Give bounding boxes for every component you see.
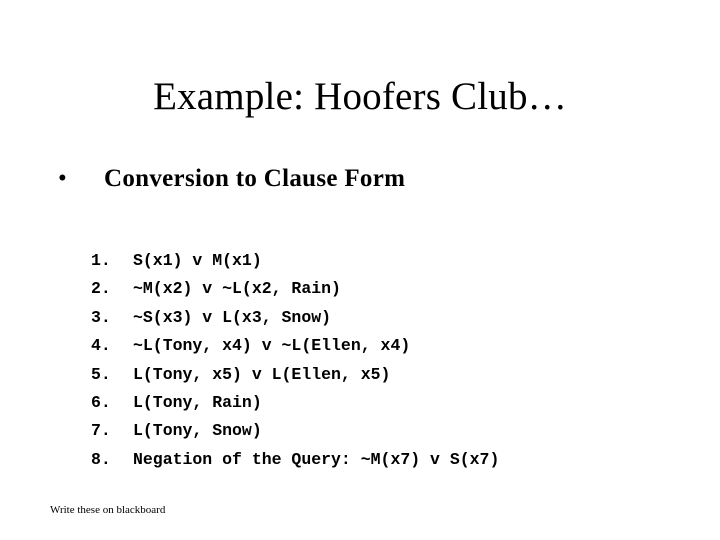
list-item-number: 7. bbox=[91, 421, 111, 441]
clause-list: 1. S(x1) v M(x1) 2. ~M(x2) v ~L(x2, Rain… bbox=[91, 247, 691, 474]
list-item-text: L(Tony, Rain) bbox=[133, 392, 262, 412]
page-title: Example: Hoofers Club… bbox=[153, 75, 567, 118]
bullet-point-icon: • bbox=[58, 165, 67, 192]
list-item: 2. ~M(x2) v ~L(x2, Rain) bbox=[91, 275, 691, 303]
list-item-number: 2. bbox=[91, 279, 111, 299]
speaker-note: Write these on blackboard bbox=[50, 504, 166, 516]
list-item: 7. L(Tony, Snow) bbox=[91, 417, 691, 445]
list-item: 3. ~S(x3) v L(x3, Snow) bbox=[91, 304, 691, 332]
list-item-text: ~M(x2) v ~L(x2, Rain) bbox=[133, 279, 341, 299]
list-item-number: 1. bbox=[91, 251, 111, 270]
list-item: 6. L(Tony, Rain) bbox=[91, 389, 691, 417]
list-item: 8. Negation of the Query: ~M(x7) v S(x7) bbox=[91, 446, 691, 474]
list-item-text: L(Tony, x5) v L(Ellen, x5) bbox=[133, 364, 391, 384]
list-item-number: 4. bbox=[91, 336, 111, 356]
list-item-text: Negation of the Query: ~M(x7) v S(x7) bbox=[133, 449, 500, 469]
list-item: 4. ~L(Tony, x4) v ~L(Ellen, x4) bbox=[91, 332, 691, 360]
list-item-number: 8. bbox=[91, 449, 111, 469]
list-item-text: S(x1) v M(x1) bbox=[133, 251, 262, 270]
list-item-number: 3. bbox=[91, 307, 111, 327]
bullet-item-conversion: • Conversion to Clause Form bbox=[58, 163, 678, 195]
list-item: 1. S(x1) v M(x1) bbox=[91, 247, 691, 275]
list-item-text: L(Tony, Snow) bbox=[133, 421, 262, 441]
slide-canvas: Example: Hoofers Club… • Conversion to C… bbox=[0, 0, 720, 540]
list-item-text: ~S(x3) v L(x3, Snow) bbox=[133, 307, 332, 327]
bullet-item-label: Conversion to Clause Form bbox=[104, 165, 406, 192]
list-item-text: ~L(Tony, x4) v ~L(Ellen, x4) bbox=[133, 336, 411, 356]
list-item: 5. L(Tony, x5) v L(Ellen, x5) bbox=[91, 361, 691, 389]
list-item-number: 5. bbox=[91, 364, 111, 384]
list-item-number: 6. bbox=[91, 392, 111, 412]
